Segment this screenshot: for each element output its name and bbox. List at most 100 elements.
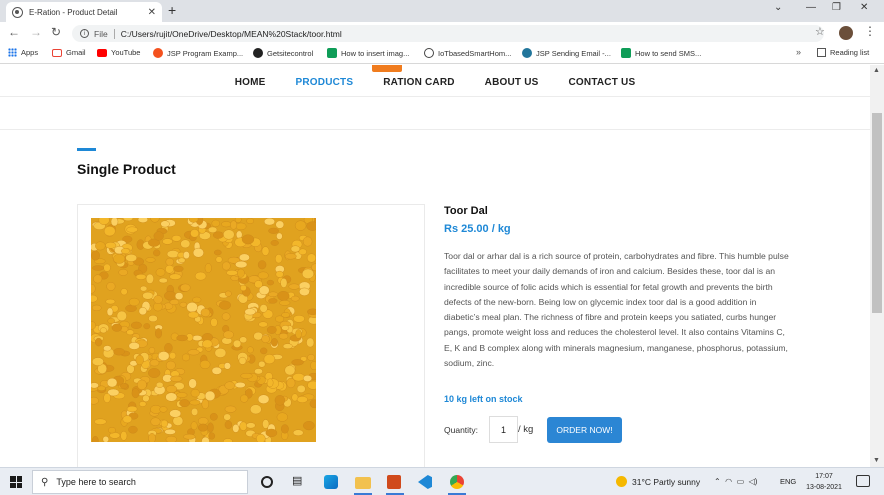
tab-search-icon[interactable]: ⌄ xyxy=(774,2,782,13)
tab-close-icon[interactable]: ✕ xyxy=(148,7,156,18)
apps-icon xyxy=(8,48,17,57)
new-tab-button[interactable]: + xyxy=(168,2,176,18)
bookmark-gmail[interactable]: Gmail xyxy=(52,48,86,57)
partly-sunny-icon xyxy=(616,476,627,487)
task-view-icon[interactable]: ▤ xyxy=(292,474,308,490)
file-explorer-icon[interactable] xyxy=(355,477,371,489)
section-title: Single Product xyxy=(77,161,176,177)
bookmark-jsp-email[interactable]: JSP Sending Email -... xyxy=(522,48,611,58)
bookmark-send-sms[interactable]: How to send SMS... xyxy=(621,48,701,58)
notification-icon[interactable] xyxy=(856,475,870,487)
product-image xyxy=(91,218,316,442)
reload-icon[interactable]: ↻ xyxy=(51,25,61,39)
url-scheme-label: File xyxy=(94,28,108,39)
windows-taskbar: ⚲ Type here to search ▤ 31°C Partly sunn… xyxy=(0,467,884,495)
restore-icon[interactable]: ❐ xyxy=(832,2,841,13)
kebab-menu-icon[interactable]: ⋮ xyxy=(864,24,876,38)
bookmark-label: JSP Sending Email -... xyxy=(536,48,611,58)
main-nav: HOME PRODUCTS RATION CARD ABOUT US CONTA… xyxy=(0,77,870,97)
stock-status: 10 kg left on stock xyxy=(444,394,523,404)
clock-date: 13-08-2021 xyxy=(806,484,842,491)
site-icon xyxy=(327,48,337,58)
bookmark-label: YouTube xyxy=(111,48,141,57)
nav-ration-card[interactable]: RATION CARD xyxy=(383,77,454,97)
taskbar-search-box[interactable]: ⚲ Type here to search xyxy=(32,470,248,494)
browser-tab-strip: E-Ration - Product Detail ✕ + ⌄ — ❐ ✕ xyxy=(0,0,884,22)
url-separator xyxy=(113,28,115,39)
nav-home[interactable]: HOME xyxy=(235,77,266,97)
system-tray-icons[interactable]: ⌃ ◠ ▭ ◁) xyxy=(714,477,757,486)
browser-toolbar: ← → ↻ i File C:/Users/rujit/OneDrive/Des… xyxy=(0,22,884,44)
more-bookmarks-button[interactable]: » xyxy=(796,47,801,57)
search-icon: ⚲ xyxy=(41,476,49,488)
product-description: Toor dal or arhar dal is a rich source o… xyxy=(444,251,789,369)
bookmark-star-icon[interactable]: ☆ xyxy=(815,25,825,38)
page-viewport: HOME PRODUCTS RATION CARD ABOUT US CONTA… xyxy=(0,65,870,467)
globe-icon xyxy=(12,6,23,18)
product-price: Rs 25.00 / kg xyxy=(444,223,511,235)
bookmarks-bar: Apps Gmail YouTube JSP Program Examp... … xyxy=(0,44,884,64)
bookmark-label: How to insert imag... xyxy=(341,48,410,58)
reading-list-label: Reading list xyxy=(830,48,870,57)
globe-icon xyxy=(424,48,434,58)
language-indicator[interactable]: ENG xyxy=(780,477,796,486)
browser-tab[interactable]: E-Ration - Product Detail ✕ xyxy=(6,2,162,22)
getsitecontrol-icon xyxy=(253,48,263,58)
order-now-button[interactable]: ORDER NOW! xyxy=(547,417,622,443)
scrollbar-thumb[interactable] xyxy=(872,113,882,313)
tab-title: E-Ration - Product Detail xyxy=(29,7,118,17)
youtube-icon xyxy=(97,48,107,57)
info-icon[interactable]: i xyxy=(80,29,89,38)
bookmark-youtube[interactable]: YouTube xyxy=(97,48,140,57)
site-icon xyxy=(621,48,631,58)
product-name: Toor Dal xyxy=(444,205,488,217)
product-image-card xyxy=(77,204,425,467)
profile-avatar[interactable] xyxy=(839,26,853,40)
forward-icon[interactable]: → xyxy=(30,25,42,39)
vscode-icon[interactable] xyxy=(418,475,432,489)
reading-list-icon xyxy=(817,48,826,57)
address-bar[interactable]: i File C:/Users/rujit/OneDrive/Desktop/M… xyxy=(72,25,824,42)
taskbar-clock[interactable]: 17:07 13-08-2021 xyxy=(806,471,842,493)
reading-list-button[interactable]: Reading list xyxy=(817,48,869,57)
url-text[interactable]: C:/Users/rujit/OneDrive/Desktop/MEAN%20S… xyxy=(121,29,342,39)
site-icon xyxy=(153,48,163,58)
taskbar-search-placeholder: Type here to search xyxy=(56,477,136,487)
windows-start-icon[interactable] xyxy=(10,476,22,488)
weather-text: 31°C Partly sunny xyxy=(632,476,701,487)
bookmark-label: How to send SMS... xyxy=(635,48,702,58)
back-icon[interactable]: ← xyxy=(8,25,20,39)
bookmark-jsp-program[interactable]: JSP Program Examp... xyxy=(153,48,243,58)
bookmark-apps[interactable]: Apps xyxy=(8,48,38,57)
edge-icon[interactable] xyxy=(324,475,338,489)
bookmark-label: Apps xyxy=(21,48,39,57)
bookmark-label: JSP Program Examp... xyxy=(167,48,244,58)
bookmark-iot-smart-home[interactable]: IoTbasedSmartHom... xyxy=(424,48,511,58)
powerpoint-icon[interactable] xyxy=(387,475,401,489)
cortana-icon[interactable] xyxy=(261,476,273,488)
weather-widget[interactable]: 31°C Partly sunny xyxy=(616,476,700,487)
nav-divider xyxy=(0,96,870,97)
nav-about-us[interactable]: ABOUT US xyxy=(485,77,539,97)
section-accent-bar xyxy=(77,148,96,151)
quantity-unit: / kg xyxy=(518,424,534,435)
bookmark-label: Getsitecontrol xyxy=(267,48,314,58)
wordpress-icon xyxy=(522,48,532,58)
gmail-icon xyxy=(52,48,62,57)
bookmark-getsitecontrol[interactable]: Getsitecontrol xyxy=(253,48,313,58)
clock-time: 17:07 xyxy=(815,473,833,480)
page-scrollbar[interactable]: ▲ ▼ xyxy=(870,65,884,467)
window-close-icon[interactable]: ✕ xyxy=(860,2,868,13)
nav-contact-us[interactable]: CONTACT US xyxy=(569,77,636,97)
quantity-label: Quantity: xyxy=(444,425,479,435)
scroll-up-icon[interactable]: ▲ xyxy=(873,67,880,74)
quantity-input[interactable] xyxy=(489,416,518,443)
nav-products[interactable]: PRODUCTS xyxy=(296,77,354,97)
header-divider xyxy=(0,129,870,130)
chrome-icon[interactable] xyxy=(450,475,464,489)
brand-accent-tab xyxy=(372,65,402,72)
bookmark-insert-image[interactable]: How to insert imag... xyxy=(327,48,409,58)
bookmark-label: IoTbasedSmartHom... xyxy=(438,48,512,58)
minimize-icon[interactable]: — xyxy=(806,2,816,13)
scroll-down-icon[interactable]: ▼ xyxy=(873,457,880,464)
